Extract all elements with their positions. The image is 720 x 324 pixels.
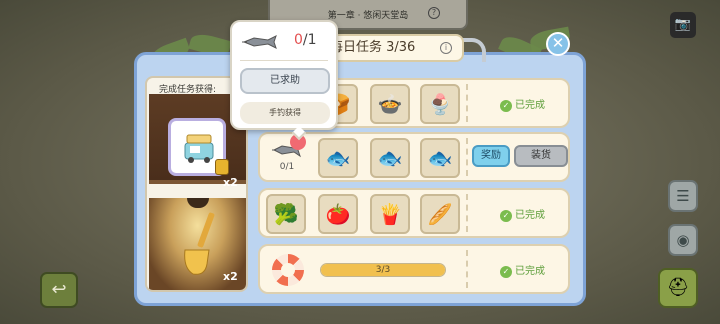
progress-bar: 3/3 xyxy=(320,263,446,277)
camera-button[interactable]: 📷 xyxy=(670,12,696,38)
check-icon: ✓ xyxy=(500,100,512,112)
row-divider xyxy=(466,84,468,122)
broccoli-icon[interactable]: 🥦 xyxy=(266,194,306,234)
reward-quantity: x2 xyxy=(223,270,238,283)
baguette-icon[interactable]: 🥖 xyxy=(420,194,460,234)
task-list-button[interactable]: ☰ xyxy=(668,180,698,212)
golden-shovel-icon[interactable] xyxy=(179,208,219,278)
requested-help-button[interactable]: 已求助 xyxy=(240,68,330,94)
row-divider xyxy=(466,138,468,176)
lock-icon xyxy=(215,159,229,175)
lamp-icon xyxy=(187,198,209,208)
load-cargo-button[interactable]: 装货 xyxy=(514,145,568,167)
tooltip-count: 0/1 xyxy=(294,32,317,48)
check-icon: ✓ xyxy=(500,266,512,278)
status-complete: ✓ 已完成 xyxy=(500,96,545,112)
reward-item-food-truck[interactable] xyxy=(168,118,229,176)
reward-button[interactable]: 奖励 xyxy=(472,145,510,167)
tooltip-divider xyxy=(240,60,328,61)
item-tooltip: 0/1 已求助 手钓获得 xyxy=(230,20,338,141)
close-button[interactable]: ✕ xyxy=(546,32,570,56)
back-button[interactable]: ↩ xyxy=(40,272,78,308)
row-divider xyxy=(466,194,468,232)
fish-count: 0/1 xyxy=(279,162,295,172)
task-row: 🥦 🍅 🍟 🥖 ✓ 已完成 xyxy=(258,188,570,238)
tomato-icon[interactable]: 🍅 xyxy=(318,194,358,234)
swordfish-icon xyxy=(242,35,277,49)
row-divider xyxy=(466,250,468,288)
helmet-button[interactable]: ⛑ xyxy=(658,268,698,308)
food-truck-icon xyxy=(184,134,214,163)
check-icon: ✓ xyxy=(500,210,512,222)
panel-title: 每日任务 3/36 xyxy=(330,40,416,55)
soup-bowl-icon[interactable]: 🍲 xyxy=(370,84,410,124)
fish-icon[interactable]: 🐟 xyxy=(318,138,358,178)
bowl-button[interactable]: ◉ xyxy=(668,224,698,256)
fish-icon[interactable]: 🐟 xyxy=(420,138,460,178)
reward-quantity: x2 xyxy=(223,176,238,189)
fries-icon[interactable]: 🍟 xyxy=(370,194,410,234)
life-ring-icon xyxy=(272,254,304,286)
task-row: 0/1 🐟 🐟 🐟 奖励 装货 xyxy=(258,132,570,182)
status-complete: ✓ 已完成 xyxy=(500,262,545,278)
parfait-icon[interactable]: 🍨 xyxy=(420,84,460,124)
item-source-label: 手钓获得 xyxy=(240,102,330,124)
info-icon[interactable]: i xyxy=(440,42,452,54)
chapter-help-icon[interactable]: ? xyxy=(428,7,440,19)
fish-icon[interactable]: 🐟 xyxy=(370,138,410,178)
status-complete: ✓ 已完成 xyxy=(500,206,545,222)
progress-label: 3/3 xyxy=(375,265,391,275)
task-row: 3/3 ✓ 已完成 xyxy=(258,244,570,294)
